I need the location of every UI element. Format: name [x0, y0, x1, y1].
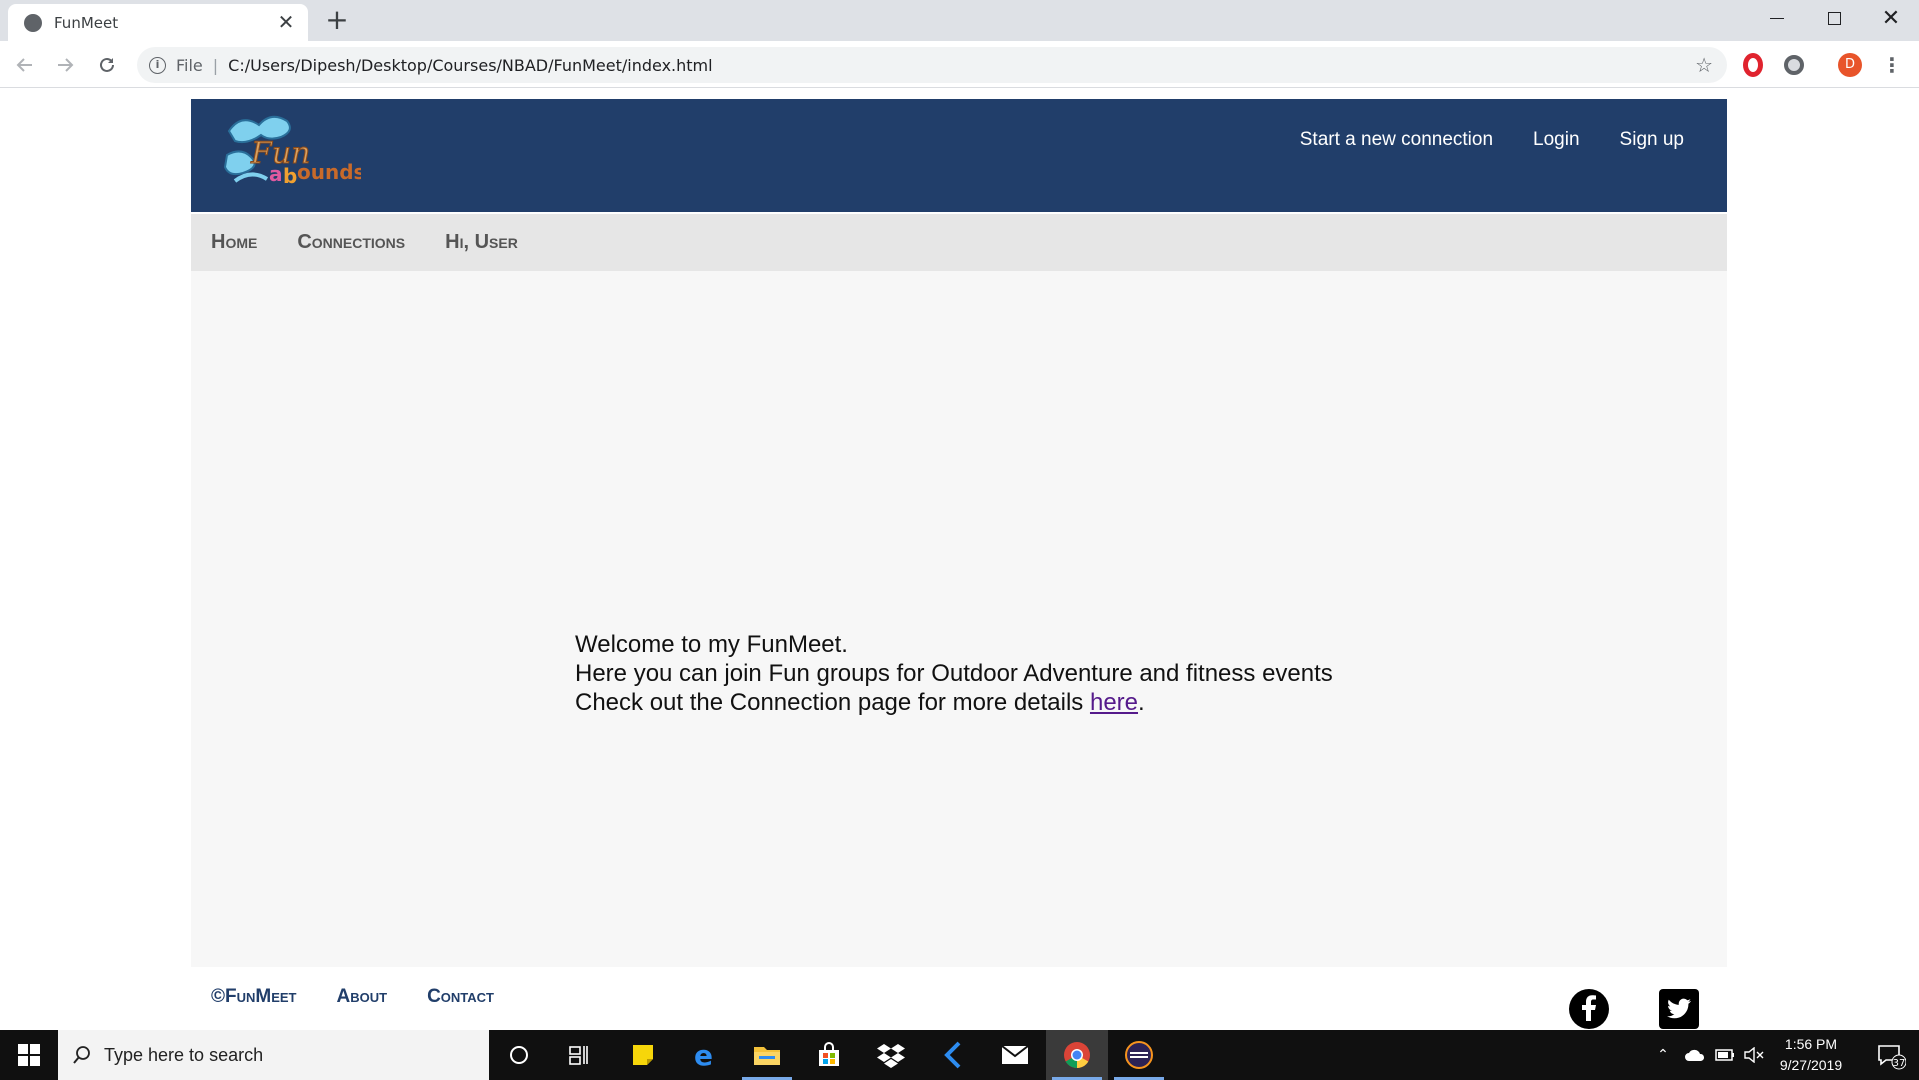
- reload-button[interactable]: [92, 50, 122, 80]
- welcome-line-3-text: Check out the Connection page for more d…: [575, 689, 1090, 716]
- bookmark-star-icon[interactable]: ☆: [1695, 53, 1713, 77]
- start-connection-link[interactable]: Start a new connection: [1300, 129, 1493, 151]
- back-button[interactable]: [10, 50, 40, 80]
- eclipse-icon[interactable]: [1108, 1030, 1170, 1080]
- url-text[interactable]: C:/Users/Dipesh/Desktop/Courses/NBAD/Fun…: [228, 56, 1695, 75]
- welcome-line-2: Here you can join Fun groups for Outdoor…: [575, 660, 1333, 687]
- minimize-button[interactable]: [1748, 0, 1806, 36]
- system-clock[interactable]: 1:56 PM 9/27/2019: [1766, 1034, 1856, 1076]
- windows-logo-icon: [18, 1044, 40, 1066]
- browser-tab[interactable]: FunMeet ✕: [8, 4, 308, 41]
- url-scheme: File: [176, 55, 203, 75]
- volume-muted-icon[interactable]: [1740, 1030, 1768, 1080]
- maximize-button[interactable]: [1805, 0, 1863, 36]
- nav-home-link[interactable]: Home: [211, 231, 257, 254]
- globe-icon: [24, 13, 42, 32]
- copyright-text: ©FunMeet: [211, 986, 297, 1007]
- edge-browser-icon[interactable]: e: [674, 1030, 736, 1080]
- forward-button[interactable]: [50, 50, 80, 80]
- top-nav: Start a new connection Login Sign up: [1300, 129, 1684, 151]
- back-arrow-icon: [16, 58, 32, 72]
- user-greeting: Hi, User: [445, 231, 518, 253]
- window-close-button[interactable]: ✕: [1862, 0, 1919, 36]
- clock-time: 1:56 PM: [1784, 1036, 1838, 1052]
- welcome-line-1: Welcome to my FunMeet.: [575, 631, 848, 658]
- extension-icon[interactable]: [1784, 55, 1804, 75]
- twitter-icon[interactable]: [1659, 989, 1699, 1029]
- svg-text:b: b: [283, 164, 297, 188]
- action-center-icon[interactable]: 37: [1866, 1030, 1916, 1080]
- sticky-notes-icon[interactable]: [612, 1030, 674, 1080]
- contact-link[interactable]: Contact: [427, 986, 494, 1008]
- welcome-line-3: Check out the Connection page for more d…: [575, 688, 1335, 717]
- opera-extension-icon[interactable]: [1743, 53, 1763, 77]
- windows-taskbar: Type here to search e ⌃ 1:56 PM 9/27/201…: [0, 1030, 1919, 1080]
- web-page: Fun a b ounds Start a new connection Log…: [191, 99, 1727, 1029]
- svg-text:e: e: [694, 1041, 713, 1069]
- browser-menu-icon[interactable]: ⋮: [1882, 53, 1902, 77]
- signup-link[interactable]: Sign up: [1620, 129, 1684, 151]
- site-header: Fun a b ounds Start a new connection Log…: [191, 99, 1727, 212]
- chrome-icon[interactable]: [1046, 1030, 1108, 1080]
- microsoft-store-icon[interactable]: [798, 1030, 860, 1080]
- battery-icon[interactable]: [1710, 1030, 1740, 1080]
- welcome-line-3-period: .: [1138, 689, 1145, 716]
- show-hidden-icons-icon[interactable]: ⌃: [1650, 1030, 1676, 1080]
- new-tab-button[interactable]: +: [323, 6, 351, 34]
- info-icon[interactable]: i: [149, 56, 166, 74]
- svg-text:ounds: ounds: [297, 160, 361, 184]
- start-button[interactable]: [0, 1030, 58, 1080]
- connections-here-link[interactable]: here: [1090, 689, 1138, 716]
- mail-icon[interactable]: [984, 1030, 1046, 1080]
- search-placeholder: Type here to search: [104, 1044, 264, 1065]
- footer-links: ©FunMeet About Contact: [211, 986, 494, 1008]
- taskbar-search[interactable]: Type here to search: [58, 1030, 489, 1080]
- sub-nav: Home Connections Hi, User: [191, 214, 1727, 271]
- facebook-icon[interactable]: [1569, 989, 1609, 1029]
- browser-toolbar: i File | C:/Users/Dipesh/Desktop/Courses…: [0, 41, 1919, 88]
- funmeet-logo[interactable]: Fun a b ounds: [221, 111, 365, 189]
- file-explorer-icon[interactable]: [736, 1030, 798, 1080]
- url-separator: |: [212, 55, 219, 75]
- address-bar[interactable]: i File | C:/Users/Dipesh/Desktop/Courses…: [137, 47, 1727, 83]
- svg-text:a: a: [269, 162, 283, 186]
- onedrive-icon[interactable]: [1680, 1030, 1710, 1080]
- cortana-icon[interactable]: [488, 1030, 550, 1080]
- vscode-icon[interactable]: [922, 1030, 984, 1080]
- nav-connections-link[interactable]: Connections: [297, 231, 405, 254]
- dropbox-icon[interactable]: [860, 1030, 922, 1080]
- reload-icon: [100, 57, 114, 72]
- forward-arrow-icon: [58, 58, 74, 72]
- task-view-icon[interactable]: [548, 1030, 610, 1080]
- minimize-icon: [1770, 17, 1784, 19]
- search-icon: [73, 1046, 90, 1064]
- clock-date: 9/27/2019: [1779, 1057, 1843, 1073]
- tab-title: FunMeet: [54, 13, 119, 32]
- notification-count: 37: [1893, 1058, 1906, 1069]
- main-content: Welcome to my FunMeet. Here you can join…: [191, 271, 1727, 967]
- welcome-message: Welcome to my FunMeet. Here you can join…: [575, 630, 1335, 717]
- about-link[interactable]: About: [337, 986, 388, 1008]
- browser-tabstrip: FunMeet ✕ + ✕: [0, 0, 1919, 41]
- site-footer: ©FunMeet About Contact: [191, 967, 1727, 1029]
- tab-close-icon[interactable]: ✕: [276, 10, 296, 35]
- profile-avatar[interactable]: D: [1838, 53, 1862, 77]
- login-link[interactable]: Login: [1533, 129, 1580, 151]
- restore-icon: [1827, 11, 1841, 25]
